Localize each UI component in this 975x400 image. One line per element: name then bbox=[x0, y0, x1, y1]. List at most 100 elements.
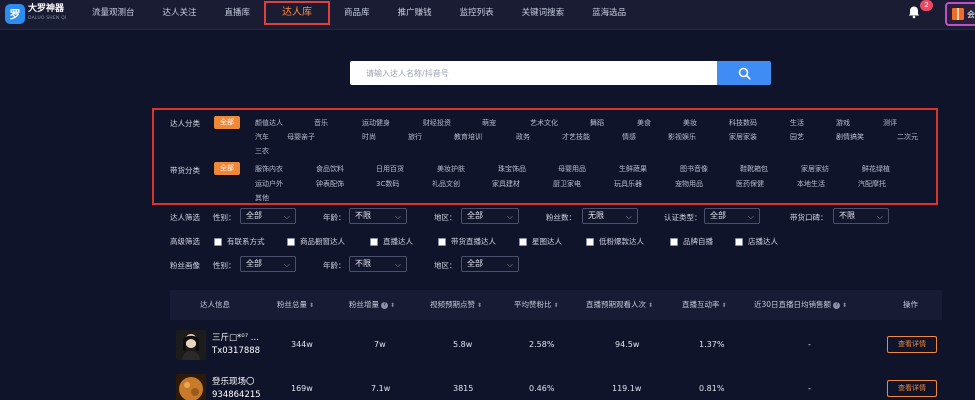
goods-category-item[interactable]: 生鲜蔬果 bbox=[619, 164, 647, 174]
category-item[interactable]: 剧情搞笑 bbox=[836, 132, 864, 142]
category-item[interactable]: 颜值达人 bbox=[255, 118, 283, 128]
header-like-ratio[interactable]: 平均赞粉比 ⬍ bbox=[514, 290, 559, 320]
goods-category-item[interactable]: 家具建材 bbox=[492, 179, 520, 189]
category-item[interactable]: 科技数码 bbox=[729, 118, 757, 128]
goods-category-item[interactable]: 珠宝饰品 bbox=[498, 164, 526, 174]
category-item[interactable]: 舞蹈 bbox=[590, 118, 604, 128]
goods-category-item[interactable]: 3C数码 bbox=[376, 179, 399, 189]
goods-category-item[interactable]: 美妆护肤 bbox=[437, 164, 465, 174]
checkbox-icon[interactable] bbox=[735, 237, 743, 246]
category-item[interactable]: 运动健身 bbox=[362, 118, 390, 128]
goods-category-item[interactable]: 钟表配饰 bbox=[316, 179, 344, 189]
gift-button[interactable]: 会 bbox=[945, 2, 975, 26]
gender-select[interactable]: 全部 ⌵ bbox=[240, 208, 296, 224]
checkbox-icon[interactable] bbox=[670, 237, 678, 246]
goods-all-chip[interactable]: 全部 bbox=[214, 162, 240, 175]
profile-region-select[interactable]: 全部 ⌵ bbox=[461, 256, 519, 272]
goods-category-item[interactable]: 本地生活 bbox=[797, 179, 825, 189]
category-item[interactable]: 旅行 bbox=[408, 132, 422, 142]
nav-promote[interactable]: 推广赚钱 bbox=[384, 0, 446, 30]
nav-follow[interactable]: 达人关注 bbox=[149, 0, 211, 30]
advanced-filter-checkbox[interactable]: 直播达人 bbox=[370, 236, 413, 247]
region-select[interactable]: 全部 ⌵ bbox=[461, 208, 519, 224]
category-item[interactable]: 美食 bbox=[637, 118, 651, 128]
goods-category-item[interactable]: 其他 bbox=[255, 193, 269, 203]
category-item[interactable]: 萌宠 bbox=[482, 118, 496, 128]
reputation-select[interactable]: 不限 ⌵ bbox=[833, 208, 889, 224]
goods-category-item[interactable]: 医药保健 bbox=[736, 179, 764, 189]
category-all-chip[interactable]: 全部 bbox=[214, 116, 240, 129]
avatar[interactable] bbox=[176, 330, 206, 360]
view-details-button[interactable]: 查看详情 bbox=[887, 380, 937, 397]
verify-select[interactable]: 全部 ⌵ bbox=[704, 208, 760, 224]
advanced-filter-checkbox[interactable]: 星图达人 bbox=[519, 236, 562, 247]
view-details-button[interactable]: 查看详情 bbox=[887, 336, 937, 353]
checkbox-icon[interactable] bbox=[438, 237, 446, 246]
header-sales-30d[interactable]: 近30日直播日均销售额? ⬍ bbox=[754, 290, 847, 320]
profile-age-select[interactable]: 不限 ⌵ bbox=[349, 256, 407, 272]
avatar[interactable] bbox=[176, 374, 206, 400]
category-item[interactable]: 时尚 bbox=[362, 132, 376, 142]
advanced-filter-checkbox[interactable]: 店播达人 bbox=[735, 236, 778, 247]
category-item[interactable]: 影视娱乐 bbox=[668, 132, 696, 142]
category-item[interactable]: 二次元 bbox=[897, 132, 918, 142]
nav-monitor[interactable]: 监控列表 bbox=[446, 0, 508, 30]
advanced-filter-checkbox[interactable]: 商品橱窗达人 bbox=[287, 236, 345, 247]
age-select[interactable]: 不限 ⌵ bbox=[349, 208, 407, 224]
nav-keyword-search[interactable]: 关键词搜索 bbox=[508, 0, 579, 30]
goods-category-item[interactable]: 母婴用品 bbox=[558, 164, 586, 174]
checkbox-icon[interactable] bbox=[214, 237, 222, 246]
goods-category-item[interactable]: 宠物用品 bbox=[675, 179, 703, 189]
goods-category-item[interactable]: 服饰内衣 bbox=[255, 164, 283, 174]
category-item[interactable]: 才艺技能 bbox=[562, 132, 590, 142]
advanced-filter-checkbox[interactable]: 带货直播达人 bbox=[438, 236, 496, 247]
header-fans-total[interactable]: 粉丝总量 ⬍ bbox=[277, 290, 314, 320]
logo[interactable]: 罗 大罗神器 DALUO SHEN QI bbox=[5, 4, 66, 24]
advanced-filter-checkbox[interactable]: 有联系方式 bbox=[214, 236, 265, 247]
nav-product-library[interactable]: 商品库 bbox=[330, 0, 384, 30]
advanced-filter-checkbox[interactable]: 低粉爆款达人 bbox=[586, 236, 644, 247]
category-item[interactable]: 三农 bbox=[255, 146, 269, 156]
category-item[interactable]: 情感 bbox=[622, 132, 636, 142]
goods-category-item[interactable]: 家居家纺 bbox=[801, 164, 829, 174]
profile-gender-select[interactable]: 全部 ⌵ bbox=[240, 256, 296, 272]
checkbox-icon[interactable] bbox=[287, 237, 295, 246]
header-live-views[interactable]: 直播预期观看人次 ⬍ bbox=[586, 290, 653, 320]
fans-select[interactable]: 无限 ⌵ bbox=[582, 208, 638, 224]
goods-category-item[interactable]: 玩具乐器 bbox=[614, 179, 642, 189]
category-item[interactable]: 家居家装 bbox=[729, 132, 757, 142]
category-item[interactable]: 园艺 bbox=[790, 132, 804, 142]
category-item[interactable]: 游戏 bbox=[836, 118, 850, 128]
influencer-name[interactable]: 登乐现场〇 bbox=[212, 375, 255, 387]
influencer-name[interactable]: 三斤□*⁰⁷ ... bbox=[212, 331, 259, 343]
category-item[interactable]: 测评 bbox=[883, 118, 897, 128]
nav-influencer-library[interactable]: 达人库 bbox=[264, 1, 331, 25]
bell-icon[interactable] bbox=[907, 5, 921, 19]
goods-category-item[interactable]: 食品饮料 bbox=[316, 164, 344, 174]
goods-category-item[interactable]: 礼品文创 bbox=[432, 179, 460, 189]
nav-live-library[interactable]: 直播库 bbox=[211, 0, 265, 30]
category-item[interactable]: 母婴亲子 bbox=[287, 132, 315, 142]
category-item[interactable]: 生活 bbox=[790, 118, 804, 128]
search-input[interactable] bbox=[350, 61, 717, 85]
category-item[interactable]: 音乐 bbox=[314, 118, 328, 128]
category-item[interactable]: 政务 bbox=[516, 132, 530, 142]
goods-category-item[interactable]: 鲜花绿植 bbox=[862, 164, 890, 174]
category-item[interactable]: 教育培训 bbox=[454, 132, 482, 142]
header-video-likes[interactable]: 视频预期点赞 ⬍ bbox=[430, 290, 482, 320]
goods-category-item[interactable]: 厨卫家电 bbox=[553, 179, 581, 189]
checkbox-icon[interactable] bbox=[586, 237, 594, 246]
advanced-filter-checkbox[interactable]: 品牌自播 bbox=[670, 236, 713, 247]
header-fans-growth[interactable]: 粉丝增量? ⬍ bbox=[349, 290, 395, 320]
nav-blue-ocean[interactable]: 蓝海选品 bbox=[578, 0, 640, 30]
header-interaction-rate[interactable]: 直播互动率 ⬍ bbox=[682, 290, 727, 320]
category-item[interactable]: 财经投资 bbox=[423, 118, 451, 128]
category-item[interactable]: 美妆 bbox=[683, 118, 697, 128]
goods-category-item[interactable]: 图书音像 bbox=[680, 164, 708, 174]
search-button[interactable] bbox=[717, 61, 771, 85]
goods-category-item[interactable]: 鞋靴箱包 bbox=[740, 164, 768, 174]
goods-category-item[interactable]: 日用百货 bbox=[376, 164, 404, 174]
goods-category-item[interactable]: 运动户外 bbox=[255, 179, 283, 189]
goods-category-item[interactable]: 汽配摩托 bbox=[858, 179, 886, 189]
category-item[interactable]: 艺术文化 bbox=[530, 118, 558, 128]
